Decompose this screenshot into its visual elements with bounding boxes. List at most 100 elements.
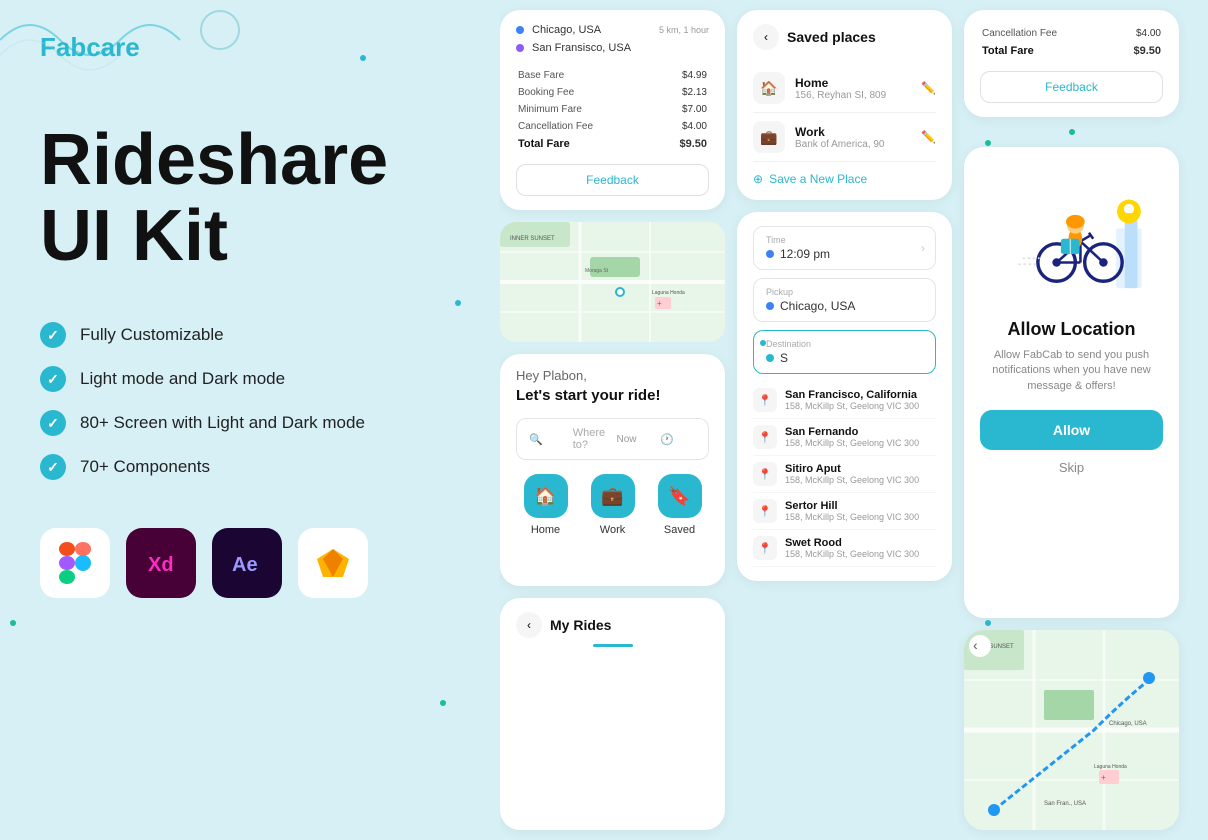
clock-icon: 🕐 — [660, 433, 696, 446]
deco-dot — [760, 340, 766, 346]
result-info: San Francisco, California 158, McKillp S… — [785, 389, 919, 411]
panels-area: Chicago, USA 5 km, 1 hour San Fransisco,… — [500, 0, 1208, 840]
saved-shortcut-label: Saved — [664, 524, 695, 536]
place-name: Work — [795, 125, 911, 139]
result-item[interactable]: 📍 Sertor Hill 158, McKillp St, Geelong V… — [753, 493, 936, 530]
shortcut-saved[interactable]: 🔖 Saved — [658, 474, 702, 536]
pickup-field[interactable]: Pickup Chicago, USA — [753, 278, 936, 322]
edit-icon[interactable]: ✏️ — [921, 81, 936, 95]
greeting-text: Hey Plabon, — [516, 368, 709, 383]
svg-text:+: + — [1101, 773, 1106, 782]
saved-places-title: Saved places — [787, 29, 876, 45]
left-panel: Fabcare Rideshare UI Kit Fully Customiza… — [0, 0, 500, 840]
table-row: Base Fare $4.99 — [518, 68, 707, 83]
search-icon: 🔍 — [529, 433, 565, 446]
place-item-work: 💼 Work Bank of America, 90 ✏️ — [753, 113, 936, 162]
time-dot — [766, 250, 774, 258]
pin-icon: 📍 — [753, 499, 777, 523]
svg-text:Laguna Honda: Laguna Honda — [652, 290, 685, 296]
result-item[interactable]: 📍 Sitiro Aput 158, McKillp St, Geelong V… — [753, 456, 936, 493]
pin-icon: 📍 — [753, 388, 777, 412]
skip-link[interactable]: Skip — [980, 460, 1163, 475]
svg-text:Laguna Honda: Laguna Honda — [1094, 764, 1127, 770]
pickup-label: Pickup — [766, 287, 923, 297]
result-info: Swet Rood 158, McKillp St, Geelong VIC 3… — [785, 537, 919, 559]
check-icon — [40, 366, 66, 392]
work-place-icon: 💼 — [753, 121, 785, 153]
rides-header: ‹ My Rides — [516, 612, 709, 638]
location-input-card: Time 12:09 pm › Pickup Chicago, USA Dest… — [737, 212, 952, 581]
check-icon — [40, 322, 66, 348]
svg-text:INNER SUNSET: INNER SUNSET — [510, 236, 555, 242]
feedback-button-right[interactable]: Feedback — [980, 71, 1163, 103]
plus-circle-icon: ⊕ — [753, 172, 763, 186]
back-button[interactable]: ‹ — [753, 24, 779, 50]
svg-text:‹: ‹ — [973, 637, 978, 653]
fare-card: Chicago, USA 5 km, 1 hour San Fransisco,… — [500, 10, 725, 210]
back-button[interactable]: ‹ — [516, 612, 542, 638]
route-from: Chicago, USA 5 km, 1 hour — [516, 24, 709, 36]
deco-dot — [985, 620, 991, 626]
pin-icon: 📍 — [753, 462, 777, 486]
feature-item: 80+ Screen with Light and Dark mode — [40, 410, 460, 436]
home-shortcut-label: Home — [531, 524, 560, 536]
deco-dot — [360, 55, 366, 61]
saved-shortcut-icon: 🔖 — [658, 474, 702, 518]
feature-item: Light mode and Dark mode — [40, 366, 460, 392]
save-new-button[interactable]: ⊕ Save a New Place — [753, 172, 936, 186]
result-item[interactable]: 📍 Swet Rood 158, McKillp St, Geelong VIC… — [753, 530, 936, 567]
shortcut-work[interactable]: 💼 Work — [591, 474, 635, 536]
destination-value: S — [780, 351, 788, 365]
time-value: 12:09 pm — [780, 247, 830, 261]
route-to: San Fransisco, USA — [516, 42, 709, 54]
tool-icons-row: Xd Ae — [40, 528, 460, 598]
home-shortcut-icon: 🏠 — [524, 474, 568, 518]
feedback-button[interactable]: Feedback — [516, 164, 709, 196]
pickup-dot — [766, 302, 774, 310]
deco-dot — [985, 140, 991, 146]
deco-dot — [440, 700, 446, 706]
time-field[interactable]: Time 12:09 pm › — [753, 226, 936, 270]
destination-field[interactable]: Destination S — [753, 330, 936, 374]
check-icon — [40, 410, 66, 436]
home-screen-card: Hey Plabon, Let's start your ride! 🔍 Whe… — [500, 354, 725, 586]
to-dot — [516, 44, 524, 52]
edit-icon[interactable]: ✏️ — [921, 130, 936, 144]
xd-icon: Xd — [126, 528, 196, 598]
fare-table-right: Cancellation Fee $4.00 Total Fare $9.50 — [980, 24, 1163, 61]
table-row: Cancellation Fee $4.00 — [982, 26, 1161, 41]
deco-dot — [10, 620, 16, 626]
shortcuts-row: 🏠 Home 💼 Work 🔖 Saved — [516, 474, 709, 536]
sketch-icon — [298, 528, 368, 598]
saved-places-card: ‹ Saved places 🏠 Home 156, Reyhan SI, 80… — [737, 10, 952, 200]
allow-description: Allow FabCab to send you push notificati… — [980, 348, 1163, 394]
saved-places-header: ‹ Saved places — [753, 24, 936, 50]
svg-text:San Fran., USA: San Fran., USA — [1044, 801, 1086, 807]
allow-location-card: Allow Location Allow FabCab to send you … — [964, 147, 1179, 618]
home-place-icon: 🏠 — [753, 72, 785, 104]
result-item[interactable]: 📍 San Francisco, California 158, McKillp… — [753, 382, 936, 419]
fare-table: Base Fare $4.99 Booking Fee $2.13 Minimu… — [516, 66, 709, 154]
check-icon — [40, 454, 66, 480]
column-2: ‹ Saved places 🏠 Home 156, Reyhan SI, 80… — [737, 10, 952, 830]
hero-title: Rideshare UI Kit — [40, 123, 460, 274]
map-mini: INNER SUNSET Moraga St + Laguna Honda — [500, 222, 725, 342]
time-label: Now — [617, 434, 653, 445]
svg-text:Ae: Ae — [232, 554, 258, 576]
feature-item: Fully Customizable — [40, 322, 460, 348]
rides-title: My Rides — [550, 617, 611, 633]
destination-label: Destination — [766, 339, 923, 349]
map-card-bottom: INNER SUNSET Chicago, USA San Fran., USA… — [964, 630, 1179, 830]
shortcut-home[interactable]: 🏠 Home — [524, 474, 568, 536]
result-item[interactable]: 📍 San Fernando 158, McKillp St, Geelong … — [753, 419, 936, 456]
search-bar[interactable]: 🔍 Where to? Now 🕐 — [516, 418, 709, 460]
deco-dot — [455, 300, 461, 306]
table-row: Cancellation Fee $4.00 — [518, 119, 707, 134]
route-info: Chicago, USA 5 km, 1 hour San Fransisco,… — [516, 24, 709, 54]
svg-text:+: + — [657, 299, 662, 308]
fare-card-right: Cancellation Fee $4.00 Total Fare $9.50 … — [964, 10, 1179, 117]
place-address: Bank of America, 90 — [795, 139, 911, 150]
allow-button[interactable]: Allow — [980, 410, 1163, 450]
destination-dot — [766, 354, 774, 362]
search-results: 📍 San Francisco, California 158, McKillp… — [753, 382, 936, 567]
